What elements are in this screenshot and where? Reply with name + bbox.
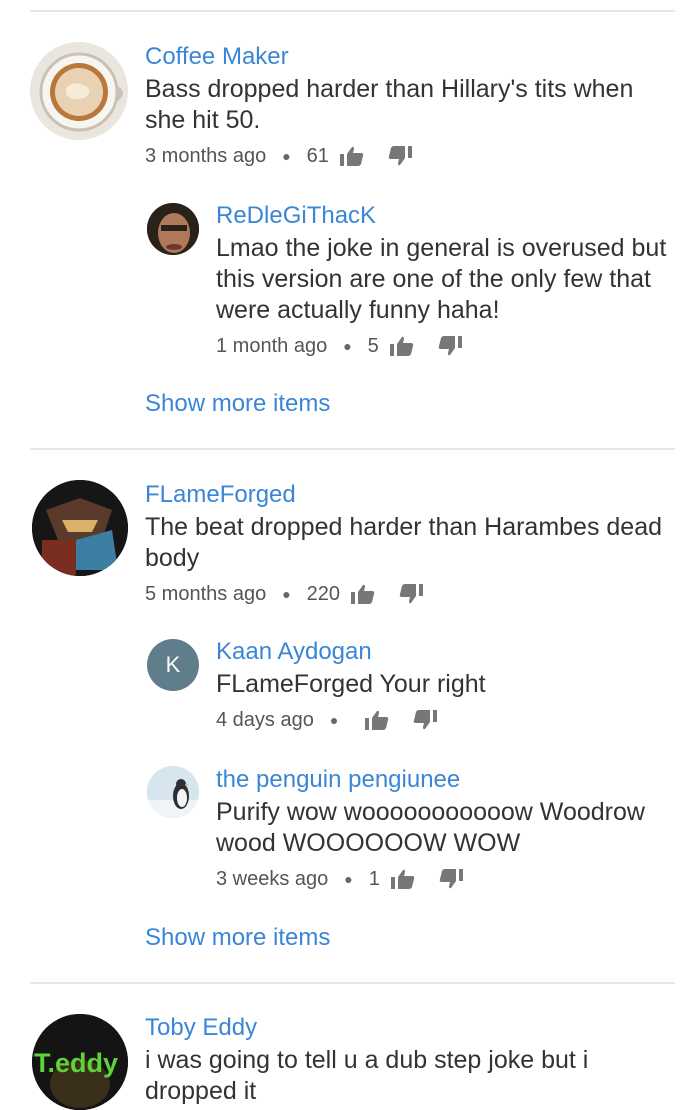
- reply-author[interactable]: the penguin pengiunee: [216, 765, 680, 795]
- divider: [30, 982, 675, 984]
- reply: the penguin pengiunee Purify wow woooooo…: [216, 765, 680, 893]
- divider: [30, 10, 675, 12]
- comment: Toby Eddy i was going to tell u a dub st…: [145, 1013, 680, 1107]
- comment: FLameForged The beat dropped harder than…: [145, 480, 680, 608]
- comment-author[interactable]: Toby Eddy: [145, 1013, 680, 1043]
- reply-text: Lmao the joke in general is overused but…: [216, 234, 667, 324]
- reply-time: 4 days ago: [216, 709, 314, 731]
- thumbs-down-icon[interactable]: [438, 868, 464, 890]
- reply-time: 1 month ago: [216, 335, 328, 357]
- reply-meta: 3 weeks ago ● 1: [216, 865, 680, 893]
- avatar[interactable]: [30, 42, 128, 140]
- thumbs-up-icon[interactable]: [390, 868, 416, 890]
- comment-meta: 5 months ago ● 220: [145, 580, 680, 608]
- comment-time: 3 months ago: [145, 145, 267, 167]
- face-avatar-icon: [147, 203, 199, 255]
- thumbs-up-icon[interactable]: [350, 583, 376, 605]
- coffee-cup-avatar-icon: [30, 42, 128, 140]
- separator-dot: ●: [344, 871, 353, 887]
- penguin-avatar-icon: [147, 766, 199, 818]
- divider: [30, 448, 675, 450]
- thumbs-down-icon[interactable]: [437, 335, 463, 357]
- avatar[interactable]: K: [147, 639, 199, 691]
- separator-dot: ●: [343, 338, 352, 354]
- avatar[interactable]: [147, 766, 199, 818]
- thumbs-up-icon[interactable]: [389, 335, 415, 357]
- separator-dot: ●: [282, 586, 291, 602]
- reply-time: 3 weeks ago: [216, 868, 329, 890]
- comment: Coffee Maker Bass dropped harder than Hi…: [145, 42, 680, 170]
- reply-author[interactable]: Kaan Aydogan: [216, 637, 680, 667]
- like-count: 61: [306, 145, 329, 167]
- avatar[interactable]: [32, 480, 128, 576]
- separator-dot: ●: [282, 148, 291, 164]
- show-more-items-link[interactable]: Show more items: [145, 923, 330, 953]
- avatar[interactable]: [147, 203, 199, 255]
- avatar-text: T.eddy: [34, 1048, 118, 1078]
- reply: Kaan Aydogan FLameForged Your right 4 da…: [216, 637, 680, 734]
- like-count: 220: [306, 583, 341, 605]
- reply-meta: 1 month ago ● 5: [216, 332, 680, 360]
- like-count: 5: [367, 335, 379, 357]
- armored-warrior-avatar-icon: [32, 480, 128, 576]
- thumbs-up-icon[interactable]: [364, 709, 390, 731]
- thumbs-down-icon[interactable]: [412, 709, 438, 731]
- comment-time: 5 months ago: [145, 583, 267, 605]
- comment-text: The beat dropped harder than Harambes de…: [145, 513, 663, 572]
- reply-meta: 4 days ago ●: [216, 706, 680, 734]
- thumbs-down-icon[interactable]: [387, 145, 413, 167]
- show-more-items-link[interactable]: Show more items: [145, 389, 330, 419]
- avatar-letter: K: [165, 652, 181, 677]
- comment-meta: 3 months ago ● 61: [145, 142, 680, 170]
- reply-text: FLameForged Your right: [216, 670, 486, 698]
- comment-text: i was going to tell u a dub step joke bu…: [145, 1046, 589, 1105]
- comment-author[interactable]: Coffee Maker: [145, 42, 680, 72]
- avatar[interactable]: T.eddy: [32, 1014, 128, 1110]
- reply: ReDleGiThacK Lmao the joke in general is…: [216, 201, 680, 360]
- teddy-text-avatar-icon: T.eddy: [32, 1014, 128, 1110]
- reply-text: Purify wow wooooooooooow Woodrow wood WO…: [216, 798, 645, 857]
- comment-author[interactable]: FLameForged: [145, 480, 680, 510]
- thumbs-down-icon[interactable]: [398, 583, 424, 605]
- comment-text: Bass dropped harder than Hillary's tits …: [145, 75, 634, 134]
- reply-author[interactable]: ReDleGiThacK: [216, 201, 680, 231]
- like-count: 1: [368, 868, 380, 890]
- thumbs-up-icon[interactable]: [339, 145, 365, 167]
- separator-dot: ●: [329, 712, 339, 728]
